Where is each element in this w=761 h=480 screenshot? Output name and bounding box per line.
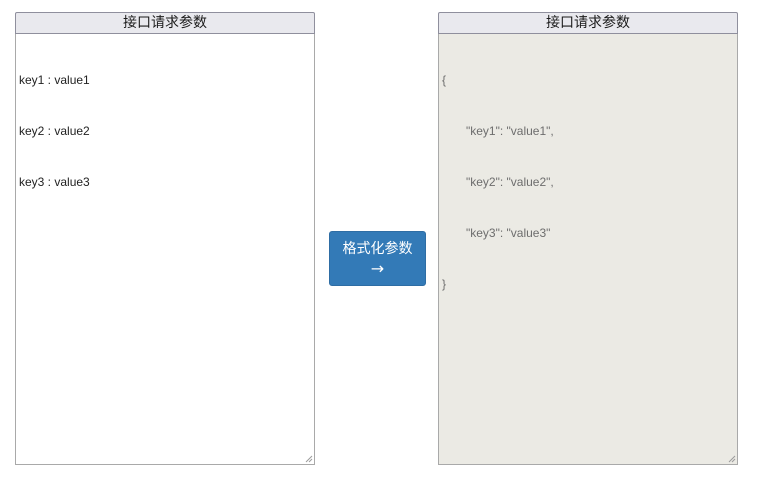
output-line: }: [442, 277, 447, 291]
format-params-button[interactable]: 格式化参数 →: [329, 231, 426, 286]
output-line: {: [442, 73, 447, 87]
formatted-params-output-panel: 接口请求参数 { "key1": "value1", "key2": "valu…: [438, 12, 738, 465]
resize-grip-icon[interactable]: [304, 454, 313, 463]
input-line: key1 : value1: [19, 73, 90, 87]
output-line: "key2": "value2",: [466, 175, 554, 189]
output-panel-header: 接口请求参数: [438, 12, 738, 34]
format-button-label: 格式化参数: [342, 241, 413, 257]
resize-grip-icon[interactable]: [727, 454, 736, 463]
params-output-textarea[interactable]: { "key1": "value1", "key2": "value2", "k…: [438, 34, 738, 465]
output-line: "key1": "value1",: [466, 124, 554, 138]
params-input-textarea[interactable]: key1 : value1 key2 : value2 key3 : value…: [15, 34, 315, 465]
request-params-input-panel: 接口请求参数 key1 : value1 key2 : value2 key3 …: [15, 12, 315, 465]
output-line: "key3": "value3": [466, 226, 551, 240]
input-line: key2 : value2: [19, 124, 90, 138]
input-panel-header: 接口请求参数: [15, 12, 315, 34]
input-line: key3 : value3: [19, 175, 90, 189]
arrow-right-icon: →: [370, 259, 385, 278]
